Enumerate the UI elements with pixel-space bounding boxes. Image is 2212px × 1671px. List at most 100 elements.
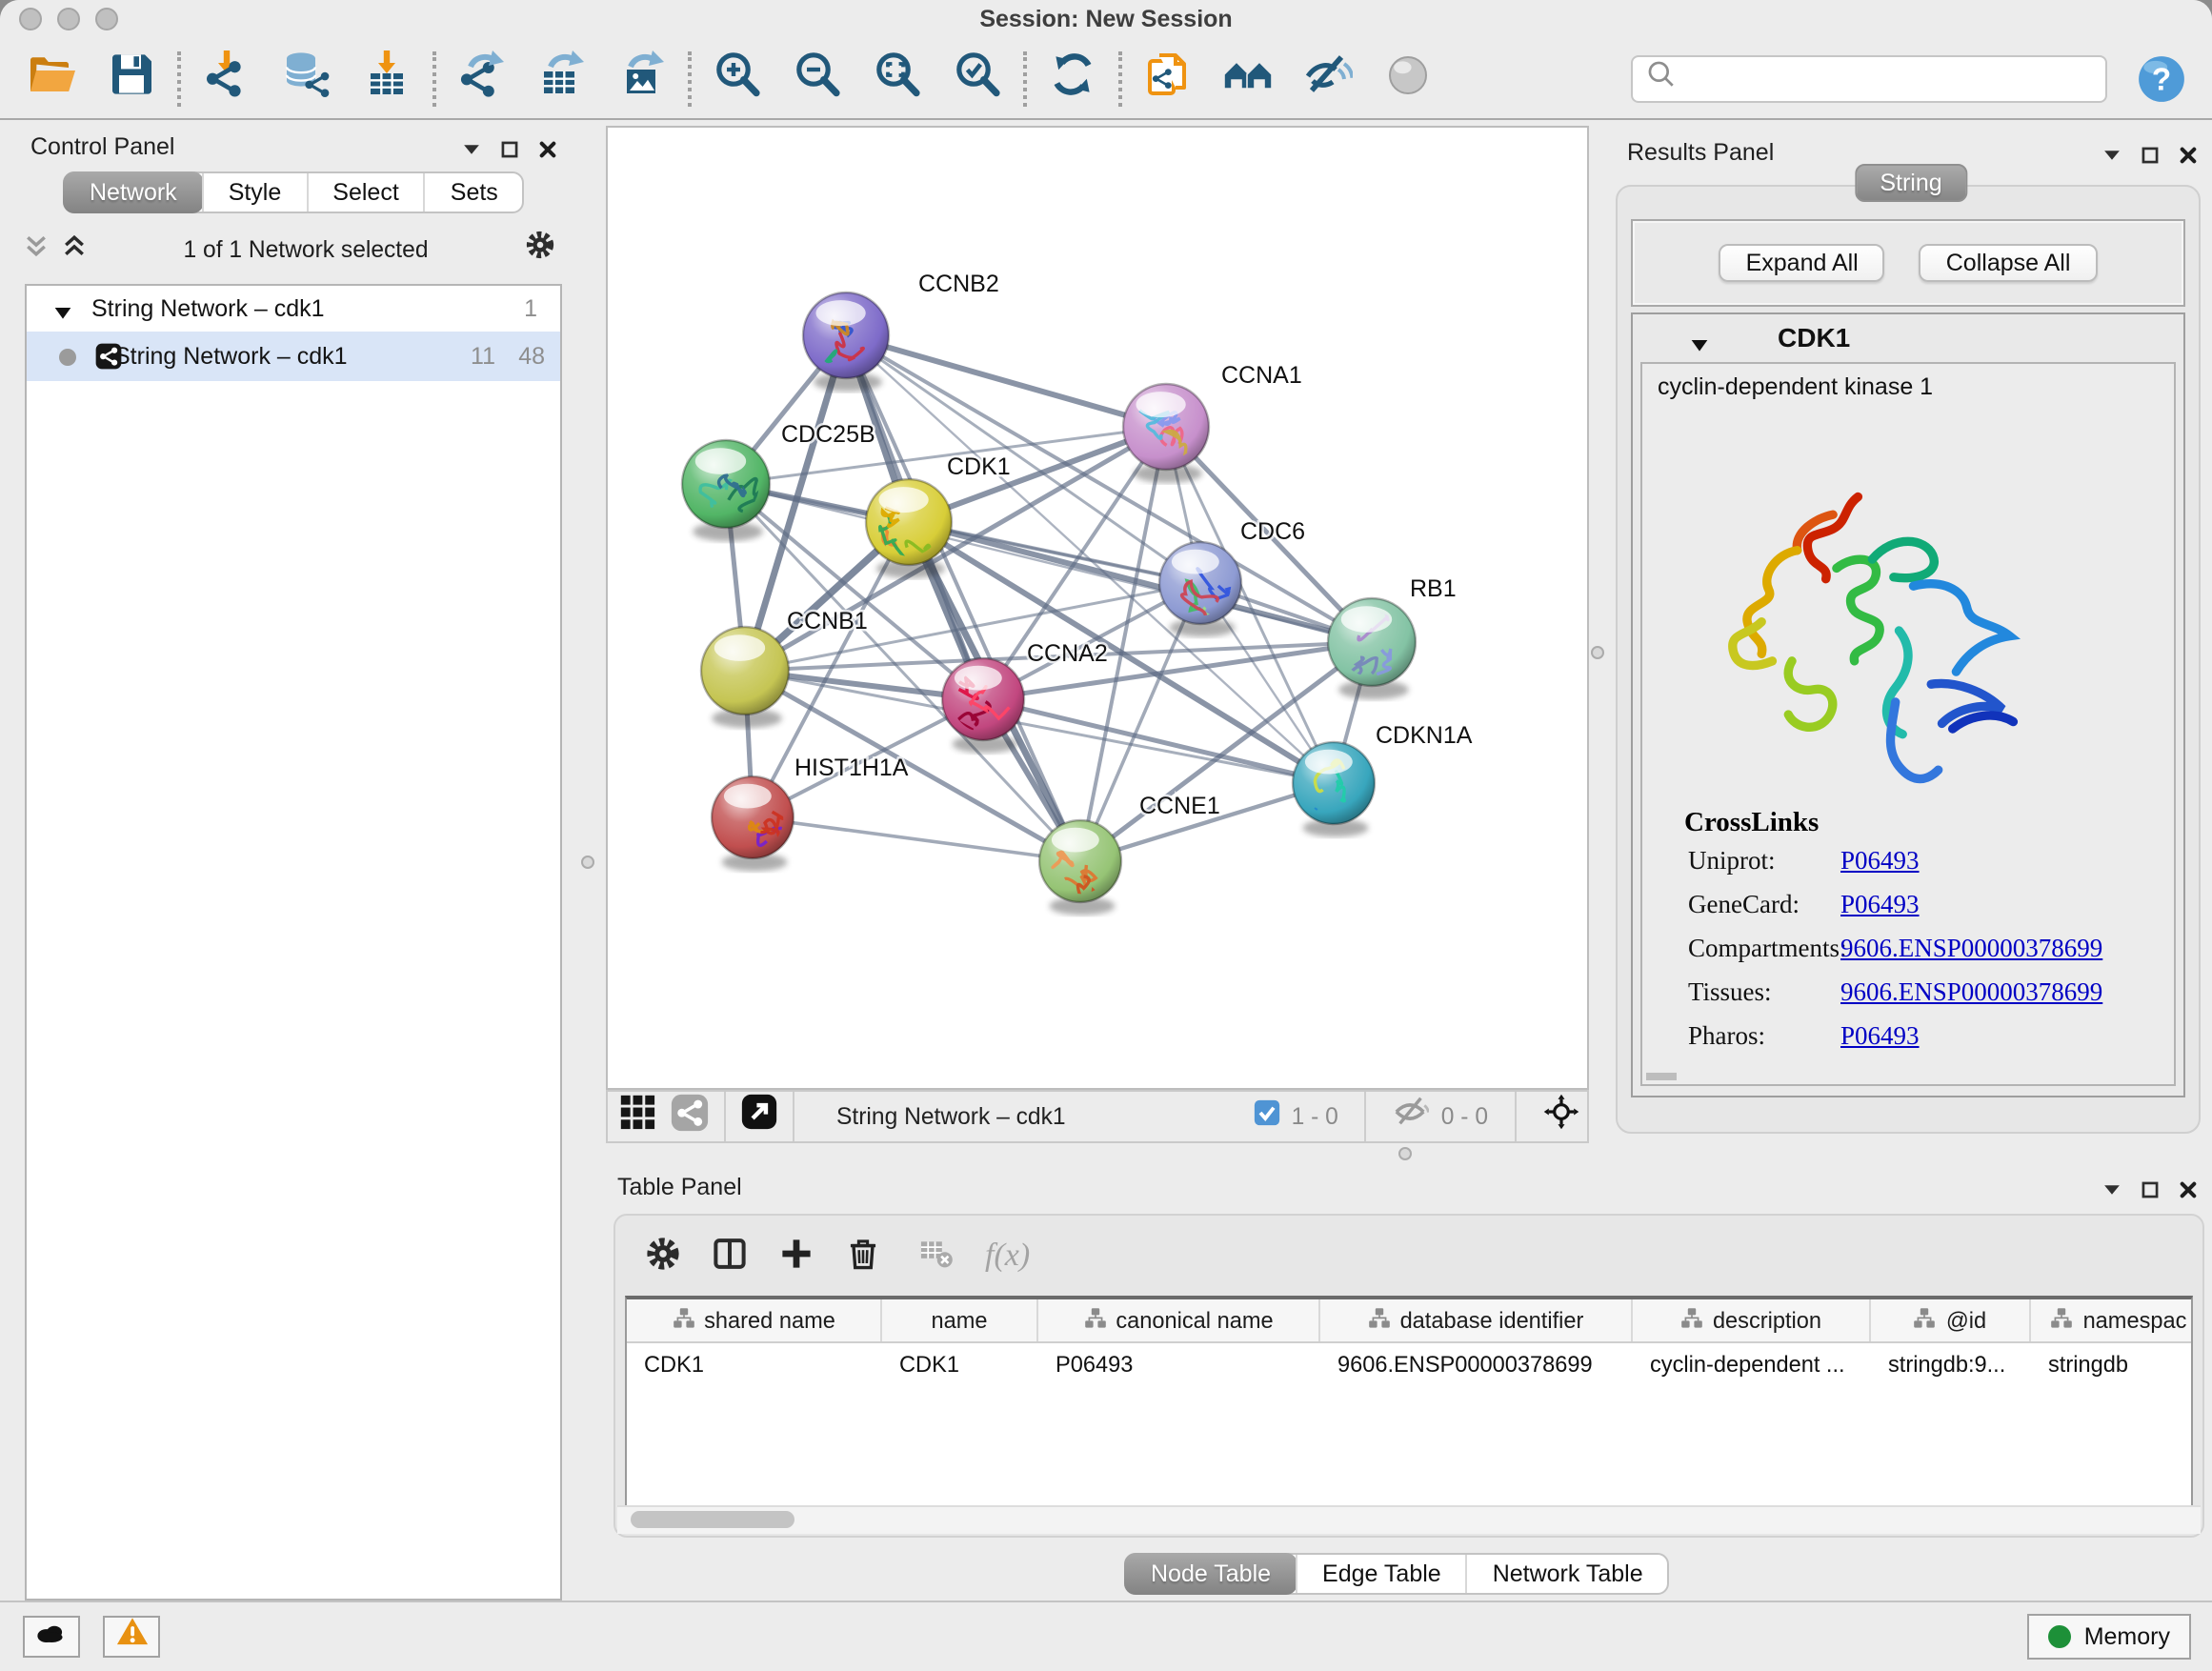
table-horizontal-scrollbar[interactable] xyxy=(617,1505,2201,1534)
expand-all-networks-icon[interactable] xyxy=(61,232,88,268)
node-CCNA1[interactable] xyxy=(1123,384,1209,483)
edge-CCNB2-CCNA1[interactable] xyxy=(846,335,1166,427)
node-CCNB2[interactable] xyxy=(803,292,889,404)
network-options-gear-icon[interactable] xyxy=(524,229,556,271)
right-splitter-handle[interactable] xyxy=(1591,646,1604,659)
crosslink-link[interactable]: 9606.ENSP00000378699 xyxy=(1840,934,2174,964)
node-CDK1[interactable] xyxy=(866,479,952,578)
table-options-gear-icon[interactable] xyxy=(644,1234,682,1281)
network-canvas[interactable]: CCNB2CCNA1CDC25BCDK1CDC6RB1CCNB1CCNA2CDK… xyxy=(606,126,1589,1090)
memory-label: Memory xyxy=(2084,1623,2170,1650)
expand-all-button[interactable]: Expand All xyxy=(1719,244,1885,282)
window-close-button[interactable] xyxy=(19,8,42,30)
string-badge-icon[interactable] xyxy=(671,1093,709,1140)
panel-close-icon[interactable] xyxy=(2178,141,2199,175)
search-input[interactable] xyxy=(1684,63,2094,93)
toolbar-separator xyxy=(688,50,692,106)
tab-edge-table[interactable]: Edge Table xyxy=(1296,1555,1466,1593)
glass-sphere-button[interactable] xyxy=(1376,49,1440,108)
column-header-database-identifier[interactable]: database identifier xyxy=(1320,1299,1633,1341)
node-CDC6[interactable] xyxy=(1159,542,1241,640)
window-minimize-button[interactable] xyxy=(57,8,80,30)
string-home-button[interactable] xyxy=(1216,49,1280,108)
share-document-button[interactable] xyxy=(1136,49,1200,108)
node-HIST1H1A[interactable] xyxy=(712,776,795,871)
crosslink-link[interactable]: P06493 xyxy=(1840,846,2174,876)
scrollbar-thumb[interactable] xyxy=(631,1511,794,1528)
selected-nodes-checkbox-icon[interactable] xyxy=(1254,1098,1280,1135)
entry-scrollbar-stub[interactable] xyxy=(1646,1073,1677,1080)
tab-node-table[interactable]: Node Table xyxy=(1124,1553,1297,1595)
export-image-button[interactable] xyxy=(610,49,674,108)
node-RB1[interactable] xyxy=(1328,598,1416,699)
zoom-selected-icon xyxy=(953,49,1002,108)
left-splitter-handle[interactable] xyxy=(581,856,594,869)
crosslink-link[interactable]: P06493 xyxy=(1840,1021,2174,1052)
crosslink-link[interactable]: 9606.ENSP00000378699 xyxy=(1840,977,2174,1008)
edge-CCNB2-CCNE1[interactable] xyxy=(846,335,1080,861)
memory-button[interactable]: Memory xyxy=(2027,1614,2191,1660)
tab-sets[interactable]: Sets xyxy=(424,173,523,211)
tab-network[interactable]: Network xyxy=(63,171,204,213)
import-table-file-button[interactable] xyxy=(354,49,419,108)
node-CDKN1A[interactable] xyxy=(1255,742,1375,836)
fit-selection-crosshair-icon[interactable] xyxy=(1543,1094,1579,1139)
open-in-window-icon[interactable] xyxy=(741,1094,777,1139)
panel-close-icon[interactable] xyxy=(2178,1176,2199,1210)
delete-column-icon[interactable] xyxy=(844,1234,882,1281)
collapse-all-button[interactable]: Collapse All xyxy=(1920,244,2098,282)
column-header-name[interactable]: name xyxy=(882,1299,1038,1341)
search-box[interactable] xyxy=(1631,54,2107,102)
add-column-icon[interactable] xyxy=(777,1234,815,1281)
panel-maximize-icon[interactable] xyxy=(499,135,520,170)
column-header-namespac[interactable]: namespac xyxy=(2031,1299,2193,1341)
zoom-in-icon xyxy=(713,49,762,108)
column-header-canonical-name[interactable]: canonical name xyxy=(1038,1299,1320,1341)
column-header--id[interactable]: @id xyxy=(1871,1299,2031,1341)
export-table-button[interactable] xyxy=(530,49,594,108)
help-button[interactable]: ? xyxy=(2136,52,2187,104)
crosslink-link[interactable]: P06493 xyxy=(1840,890,2174,920)
panel-float-icon[interactable] xyxy=(2101,141,2122,175)
import-network-database-button[interactable] xyxy=(274,49,339,108)
collapse-all-networks-icon[interactable] xyxy=(23,232,50,268)
grid-view-icon[interactable] xyxy=(619,1093,657,1140)
network-row-selected[interactable]: String Network – cdk1 11 48 xyxy=(27,332,560,381)
tab-style[interactable]: Style xyxy=(202,173,307,211)
edge-HIST1H1A-CCNE1[interactable] xyxy=(753,817,1080,861)
column-header-description[interactable]: description xyxy=(1633,1299,1871,1341)
network-collection-row[interactable]: String Network – cdk1 1 xyxy=(27,286,560,332)
node-CCNA2[interactable] xyxy=(942,658,1024,753)
node-CDC25B[interactable] xyxy=(682,440,770,541)
tab-network-table[interactable]: Network Table xyxy=(1466,1555,1668,1593)
panel-float-icon[interactable] xyxy=(2101,1176,2122,1210)
node-CCNB1[interactable] xyxy=(701,627,789,728)
cloud-button[interactable] xyxy=(23,1616,80,1658)
enhanced-graphics-button[interactable] xyxy=(1296,49,1360,108)
hidden-elements-eye-icon[interactable] xyxy=(1394,1094,1430,1139)
save-session-button[interactable] xyxy=(99,49,164,108)
collection-disclosure-icon[interactable] xyxy=(53,301,72,328)
table-row[interactable]: CDK1CDK1P064939606.ENSP00000378699cyclin… xyxy=(627,1343,2191,1385)
panel-maximize-icon[interactable] xyxy=(2140,1176,2161,1210)
zoom-out-button[interactable] xyxy=(785,49,850,108)
column-header-shared-name[interactable]: shared name xyxy=(627,1299,882,1341)
entry-disclosure-icon[interactable] xyxy=(1690,330,1709,364)
export-network-button[interactable] xyxy=(450,49,514,108)
tab-string[interactable]: String xyxy=(1855,164,1966,202)
refresh-view-button[interactable] xyxy=(1040,49,1105,108)
panel-maximize-icon[interactable] xyxy=(2140,141,2161,175)
open-session-button[interactable] xyxy=(19,49,84,108)
window-maximize-button[interactable] xyxy=(95,8,118,30)
import-network-file-button[interactable] xyxy=(194,49,259,108)
warnings-button[interactable] xyxy=(103,1616,160,1658)
node-CCNE1[interactable] xyxy=(1039,820,1121,915)
panel-close-icon[interactable] xyxy=(537,135,558,170)
zoom-selected-button[interactable] xyxy=(945,49,1010,108)
zoom-fit-button[interactable] xyxy=(865,49,930,108)
panel-float-icon[interactable] xyxy=(461,135,482,170)
zoom-in-button[interactable] xyxy=(705,49,770,108)
show-columns-icon[interactable] xyxy=(711,1234,749,1281)
tab-select[interactable]: Select xyxy=(306,173,424,211)
horizontal-splitter-handle[interactable] xyxy=(1398,1147,1412,1160)
